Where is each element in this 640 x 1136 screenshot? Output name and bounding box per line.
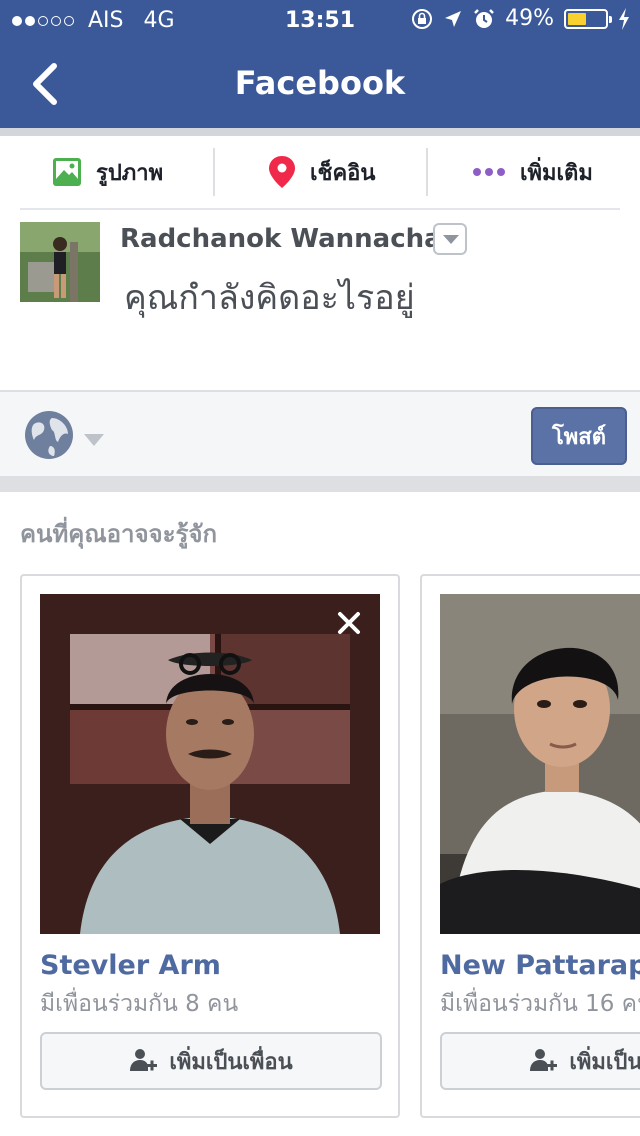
section-title: คนที่คุณอาจจะรู้จัก <box>20 520 217 548</box>
suggestion-name[interactable]: Stevler Arm <box>40 950 221 981</box>
charging-bolt-icon <box>619 7 629 30</box>
user-name: Radchanok Wannachat <box>120 224 455 254</box>
battery-icon <box>564 8 612 29</box>
add-friend-icon <box>530 1049 558 1071</box>
location-arrow-icon <box>445 10 462 27</box>
more-button[interactable]: เพิ่มเติม <box>472 148 593 196</box>
photo-icon <box>53 158 81 186</box>
caret-down-icon[interactable] <box>84 434 104 446</box>
navigation-bar: Facebook <box>0 40 640 128</box>
checkin-button[interactable]: เช็คอิน <box>268 148 375 196</box>
add-friend-label: เพิ่มเป็นเพื่อน <box>569 1049 640 1075</box>
suggestion-name[interactable]: New Pattarapol <box>440 950 640 981</box>
rotation-lock-icon <box>412 8 433 29</box>
add-friend-icon <box>130 1049 158 1071</box>
suggestion-card[interactable]: New Pattarapol มีเพื่อนร่วมกัน 16 คน เพิ… <box>420 574 640 1118</box>
post-bar: โพสต์ <box>0 390 640 476</box>
alarm-icon <box>474 8 494 28</box>
chevron-down-icon[interactable] <box>433 223 467 255</box>
add-friend-button[interactable]: เพิ่มเป็นเพื่อน <box>40 1032 382 1090</box>
post-button[interactable]: โพสต์ <box>531 407 627 465</box>
close-icon[interactable] <box>336 610 362 636</box>
checkin-label: เช็คอิน <box>310 160 376 186</box>
avatar <box>20 222 100 302</box>
profile-photo[interactable] <box>440 594 640 934</box>
composer-actions: รูปภาพ เช็คอิน เพิ่มเติม <box>0 136 640 208</box>
mutual-friends: มีเพื่อนร่วมกัน 16 คน <box>440 991 640 1017</box>
status-input[interactable]: คุณกำลังคิดอะไรอยู่ <box>124 270 415 324</box>
suggestion-card[interactable]: Stevler Arm มีเพื่อนร่วมกัน 8 คน เพิ่มเป… <box>20 574 400 1118</box>
page-title: Facebook <box>234 64 406 102</box>
status-bar: AIS 4G 13:51 49% <box>0 0 640 40</box>
photo-button[interactable]: รูปภาพ <box>52 148 163 196</box>
mutual-friends: มีเพื่อนร่วมกัน 8 คน <box>40 991 239 1017</box>
globe-icon[interactable] <box>24 410 74 460</box>
section-divider <box>0 476 640 492</box>
more-dots-icon <box>473 168 505 176</box>
add-friend-button[interactable]: เพิ่มเป็นเพื่อน <box>440 1032 640 1090</box>
status-composer[interactable]: Radchanok Wannachat คุณกำลังคิดอะไรอยู่ <box>0 210 640 390</box>
more-label: เพิ่มเติม <box>520 160 593 186</box>
photo-label: รูปภาพ <box>96 160 164 186</box>
profile-photo[interactable] <box>40 594 380 934</box>
header-divider <box>0 128 640 136</box>
location-pin-icon <box>269 156 295 188</box>
top-bar: AIS 4G 13:51 49% Facebook <box>0 0 640 128</box>
add-friend-label: เพิ่มเป็นเพื่อน <box>169 1049 293 1075</box>
divider <box>213 148 215 196</box>
battery-percent: 49% <box>505 6 554 31</box>
people-you-may-know: คนที่คุณอาจจะรู้จัก Stevler Arm มีเพื่อน… <box>0 492 640 1136</box>
divider <box>426 148 428 196</box>
